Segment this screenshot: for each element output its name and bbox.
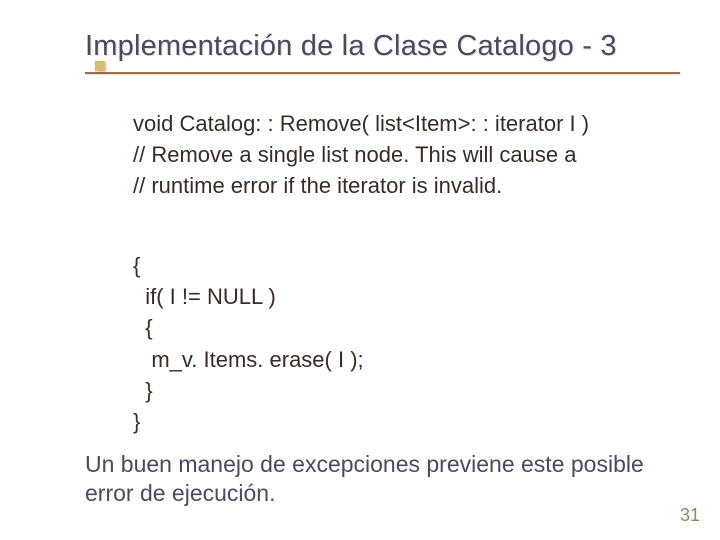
body-line-6: } xyxy=(133,406,660,437)
page-number: 31 xyxy=(680,505,700,526)
footer-note: Un buen manejo de excepciones previene e… xyxy=(85,450,660,509)
slide-title: Implementación de la Clase Catalogo - 3 xyxy=(85,30,617,62)
code-block: void Catalog: : Remove( list<Item>: : it… xyxy=(133,108,660,202)
body-line-2: if( I != NULL ) xyxy=(133,281,660,312)
code-line-3: // runtime error if the iterator is inva… xyxy=(133,170,660,201)
body-line-1: { xyxy=(133,250,660,281)
bullet-square-icon xyxy=(95,61,105,71)
title-wrap: Implementación de la Clase Catalogo - 3 xyxy=(85,30,680,63)
body-line-5: } xyxy=(133,375,660,406)
title-underline xyxy=(85,72,680,74)
code-line-2: // Remove a single list node. This will … xyxy=(133,139,660,170)
body-block: { if( I != NULL ) { m_v. Items. erase( I… xyxy=(133,250,660,437)
code-line-1: void Catalog: : Remove( list<Item>: : it… xyxy=(133,108,660,139)
slide: Implementación de la Clase Catalogo - 3 … xyxy=(0,0,720,540)
body-line-3: { xyxy=(133,312,660,343)
body-line-4: m_v. Items. erase( I ); xyxy=(133,344,660,375)
